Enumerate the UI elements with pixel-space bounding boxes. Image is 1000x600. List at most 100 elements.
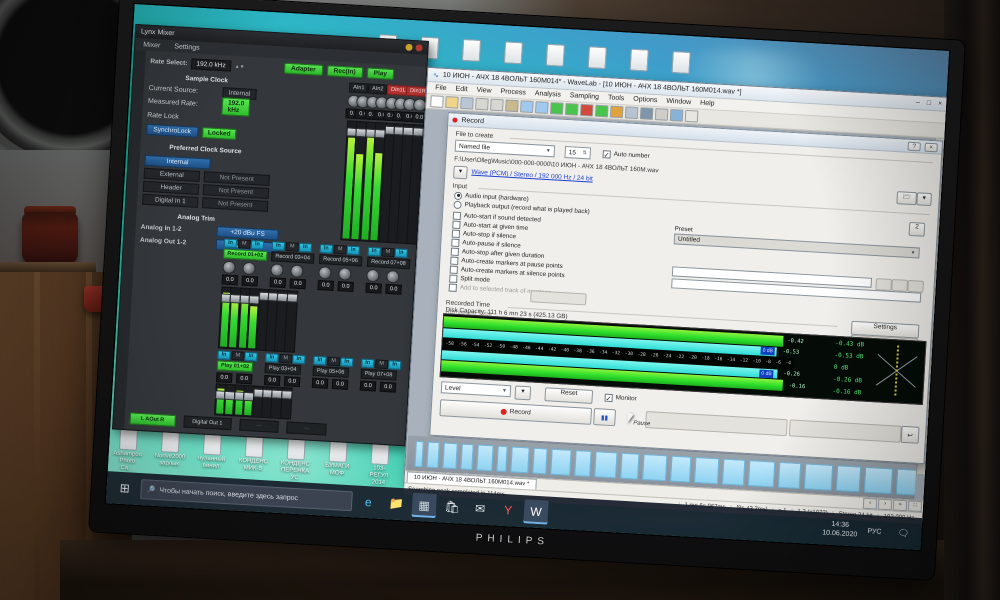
- open-icon[interactable]: [445, 96, 459, 109]
- in-button[interactable]: In: [244, 352, 257, 362]
- gain-knob[interactable]: [318, 266, 332, 280]
- rate-lock-label[interactable]: Rate Lock: [147, 112, 179, 121]
- desktop-icon-1[interactable]: Nodve2000 зарлык: [154, 430, 186, 468]
- rate-spinner[interactable]: ▲▼: [234, 63, 244, 70]
- mute-button[interactable]: M: [375, 359, 388, 369]
- paste-icon[interactable]: [505, 99, 519, 112]
- new-icon[interactable]: [430, 95, 444, 108]
- mute-button[interactable]: M: [381, 248, 394, 258]
- help-icon[interactable]: [685, 110, 699, 123]
- desktop-icon-2[interactable]: чуланный винил: [196, 432, 228, 470]
- desktop-icon-6[interactable]: 103-РЕГУЛ 2014: [363, 442, 395, 487]
- preset-number-button[interactable]: 2: [909, 222, 926, 237]
- pause-button[interactable]: ▮▮: [593, 408, 616, 426]
- mute-button[interactable]: M: [334, 245, 347, 255]
- analog-out-label[interactable]: L AOut R: [129, 412, 175, 427]
- mixer-icon[interactable]: [670, 109, 684, 122]
- synchrolock-button[interactable]: SynchroLock: [146, 124, 198, 138]
- loop-icon[interactable]: [595, 105, 609, 118]
- file-icon[interactable]: [582, 46, 613, 71]
- digital-out-label[interactable]: Digital Out 1: [183, 415, 232, 430]
- mixer-close-button[interactable]: [415, 44, 422, 51]
- stop-button[interactable]: [645, 411, 788, 436]
- in-button[interactable]: In: [394, 248, 407, 258]
- level-menu-button[interactable]: ▾: [514, 385, 531, 400]
- menu-help[interactable]: Help: [700, 100, 715, 108]
- tab-button[interactable]: ∷: [908, 500, 923, 512]
- browse-folder-button[interactable]: 🗁: [896, 191, 917, 205]
- clock-internal-button[interactable]: Internal: [144, 155, 211, 170]
- rate-select-value[interactable]: 192.0 kHz: [191, 58, 231, 71]
- marker-btn-2[interactable]: [891, 279, 908, 292]
- desktop-icon-4[interactable]: КОНДЕНС ПЕРЕНКА УС: [279, 437, 311, 482]
- dialog-help-button[interactable]: ?: [907, 141, 920, 151]
- menu-edit[interactable]: Edit: [455, 86, 467, 94]
- monitor-checkbox[interactable]: ✓ Monitor: [604, 393, 636, 404]
- dialog-arrow-button[interactable]: ↩: [901, 426, 920, 444]
- gain-knob[interactable]: [242, 262, 256, 276]
- fader-handle[interactable]: [281, 390, 292, 400]
- marker-btn-3[interactable]: [907, 280, 924, 293]
- auto-number-checkbox[interactable]: ✓ Auto number: [602, 149, 650, 161]
- record-button[interactable]: Record: [439, 399, 592, 425]
- format-expand-button[interactable]: ▾: [453, 166, 468, 180]
- file-number-spinner[interactable]: 15⇅: [564, 146, 591, 159]
- file-icon[interactable]: [540, 43, 571, 68]
- in-button[interactable]: In: [347, 246, 360, 256]
- undo-icon[interactable]: [520, 100, 534, 113]
- store-icon[interactable]: 🛍: [439, 494, 464, 519]
- clock-name[interactable]: Header: [143, 181, 200, 195]
- clock-name[interactable]: Digital In 1: [142, 194, 199, 208]
- tab-button[interactable]: +: [893, 499, 908, 511]
- wavelab-maximize-button[interactable]: □: [927, 100, 932, 107]
- gain-knob[interactable]: [222, 260, 236, 274]
- mixer-minimize-button[interactable]: [405, 44, 412, 51]
- taskbar-clock[interactable]: 14:36 10.06.2020: [822, 519, 858, 539]
- in-button[interactable]: In: [340, 357, 353, 367]
- gain-knob[interactable]: [366, 269, 380, 283]
- gain-knob[interactable]: [386, 270, 400, 284]
- marker-drop-button[interactable]: [789, 419, 902, 442]
- menu-file[interactable]: File: [435, 84, 447, 92]
- in-button[interactable]: In: [299, 243, 312, 253]
- explorer-icon[interactable]: 📁: [384, 491, 409, 516]
- tab-button[interactable]: ‹: [863, 498, 878, 510]
- in-button[interactable]: In: [224, 238, 237, 248]
- desktop-icon-5[interactable]: БУМАГИ МОФ: [322, 440, 354, 478]
- in-button[interactable]: In: [217, 350, 230, 360]
- redo-icon[interactable]: [535, 101, 549, 114]
- mute-button[interactable]: M: [279, 354, 292, 364]
- yandex-icon[interactable]: Y: [495, 498, 520, 523]
- in-button[interactable]: In: [272, 241, 285, 251]
- save-icon[interactable]: [460, 97, 474, 110]
- file-icon[interactable]: [624, 48, 655, 73]
- in-button[interactable]: In: [265, 353, 278, 363]
- gain-knob[interactable]: [270, 263, 284, 277]
- file-icon[interactable]: [665, 51, 696, 76]
- clock-name[interactable]: External: [144, 168, 201, 182]
- menu-tools[interactable]: Tools: [608, 94, 625, 102]
- preset-combo[interactable]: Untitled▼: [674, 233, 920, 258]
- tab-button[interactable]: ›: [878, 499, 893, 511]
- desktop-icon-3[interactable]: КОНДЕНС МИК-В: [238, 435, 270, 473]
- menu-window[interactable]: Window: [666, 98, 691, 106]
- mixer-button-adapter[interactable]: Adapter: [284, 63, 323, 76]
- menu-sampling[interactable]: Sampling: [570, 92, 600, 101]
- play-icon[interactable]: [550, 102, 564, 115]
- language-indicator[interactable]: РУС: [867, 528, 881, 536]
- taskbar-search[interactable]: 🔎 Чтобы начать поиск, введите здесь запр…: [140, 479, 353, 511]
- in-button[interactable]: In: [367, 247, 380, 257]
- menu-process[interactable]: Process: [500, 88, 526, 96]
- copy-icon[interactable]: [490, 99, 504, 112]
- in-button[interactable]: In: [320, 244, 333, 254]
- wavelab-icon[interactable]: W: [523, 499, 548, 524]
- in-button[interactable]: In: [251, 240, 264, 250]
- config-icon[interactable]: [655, 108, 669, 121]
- edge-icon[interactable]: e: [356, 490, 381, 515]
- mute-button[interactable]: M: [327, 357, 340, 367]
- mixer-menu-mixer[interactable]: Mixer: [143, 41, 160, 49]
- mixer-button-rec(in)[interactable]: Rec(In): [326, 65, 363, 78]
- analyze-icon[interactable]: [640, 107, 654, 120]
- file-icon[interactable]: [498, 41, 529, 66]
- notification-icon[interactable]: 🗨: [891, 520, 916, 545]
